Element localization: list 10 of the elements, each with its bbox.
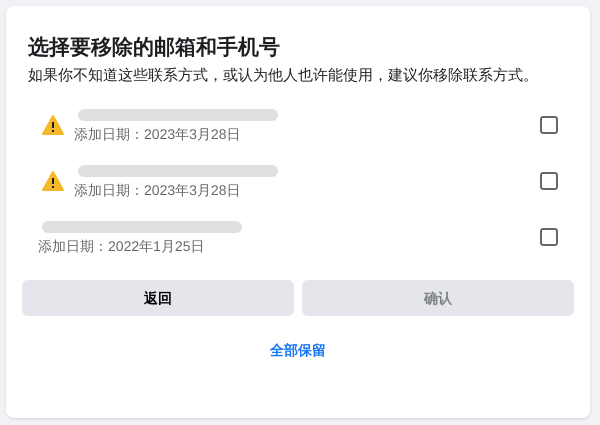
checkbox[interactable] — [540, 172, 558, 190]
dialog-title: 选择要移除的邮箱和手机号 — [28, 35, 281, 61]
checkbox[interactable] — [540, 116, 558, 134]
checkbox[interactable] — [540, 228, 558, 246]
added-date: 添加日期：2023年3月28日 — [74, 125, 242, 144]
added-date: 添加日期：2022年1月25日 — [38, 237, 206, 256]
keep-all-link[interactable]: 全部保留 — [270, 340, 326, 361]
added-date: 添加日期：2023年3月28日 — [74, 181, 242, 200]
dialog-description: 如果你不知道这些联系方式，或认为他人也许能使用，建议你移除联系方式。 — [28, 66, 539, 86]
back-button[interactable]: 返回 — [22, 280, 294, 316]
